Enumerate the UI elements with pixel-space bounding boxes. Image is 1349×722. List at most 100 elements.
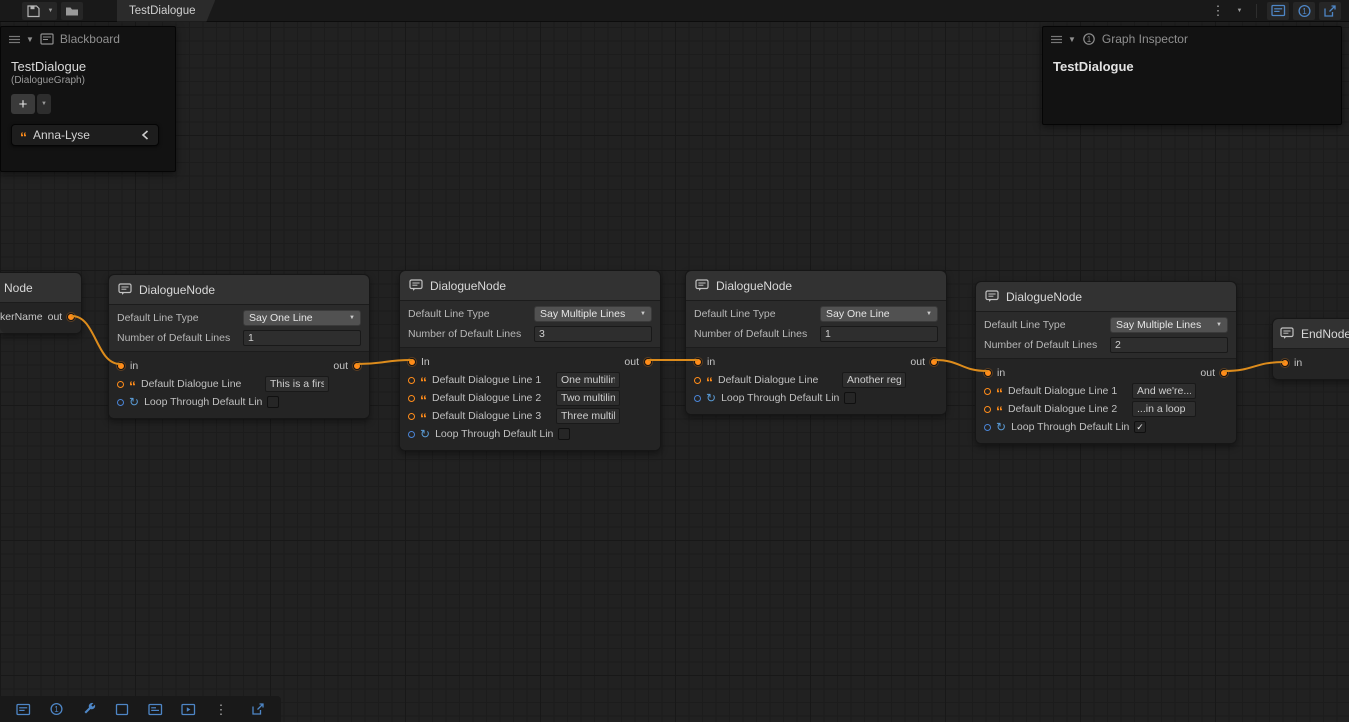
- node-header[interactable]: DialogueNode: [400, 271, 660, 301]
- node-header[interactable]: EndNode: [1273, 319, 1349, 349]
- out-label: out: [910, 356, 925, 368]
- number-of-lines-field[interactable]: 1: [243, 330, 361, 346]
- collapse-triangle-icon[interactable]: ▼: [26, 35, 34, 44]
- dialogue-line-field[interactable]: Two multiline: [556, 390, 620, 406]
- svg-text:1: 1: [54, 705, 59, 714]
- number-of-lines-field[interactable]: 1: [820, 326, 938, 342]
- loop-checkbox[interactable]: [267, 396, 279, 408]
- dialogue-line-field[interactable]: Another regu: [842, 372, 906, 388]
- dialogue-node-2[interactable]: DialogueNode Default Line Type Say Multi…: [399, 270, 661, 451]
- out-port[interactable]: [67, 313, 75, 321]
- more-options-button[interactable]: ⋮: [1207, 2, 1229, 20]
- graph-inspector-toggle-button[interactable]: 1: [45, 700, 67, 718]
- popout-toggle-button[interactable]: [1319, 2, 1341, 20]
- number-of-lines-field[interactable]: 3: [534, 326, 652, 342]
- popout-button[interactable]: [247, 700, 269, 718]
- kebab-menu-icon: ⋮: [215, 703, 228, 716]
- dialogue-line-field[interactable]: This is a first: [265, 376, 329, 392]
- loop-port[interactable]: [117, 399, 124, 406]
- loop-port[interactable]: [984, 424, 991, 431]
- node-header[interactable]: Node: [0, 273, 81, 303]
- blackboard-field-anna-lyse[interactable]: “ Anna-Lyse: [11, 124, 159, 146]
- chevron-down-icon: ▼: [41, 101, 47, 107]
- line-port[interactable]: [408, 377, 415, 384]
- dock-more-button[interactable]: ⋮: [210, 700, 232, 718]
- blackboard-toggle-button[interactable]: [1267, 2, 1289, 20]
- node-ports: in: [1273, 349, 1349, 379]
- loop-checkbox[interactable]: ✓: [1134, 421, 1146, 433]
- loop-port[interactable]: [408, 431, 415, 438]
- dropdown-value: Say Multiple Lines: [540, 308, 625, 320]
- node-header[interactable]: DialogueNode: [976, 282, 1236, 312]
- node-header[interactable]: DialogueNode: [109, 275, 369, 305]
- line-port[interactable]: [408, 413, 415, 420]
- line-port[interactable]: [984, 388, 991, 395]
- speaker-node-partial[interactable]: Node kerName out: [0, 272, 82, 334]
- dialogue-node-icon: [118, 283, 132, 296]
- graph-type: (DialogueGraph): [1, 74, 175, 86]
- quote-icon: “: [706, 378, 713, 386]
- dialogue-node-4[interactable]: DialogueNode Default Line Type Say Multi…: [975, 281, 1237, 444]
- blackboard-toggle-button[interactable]: [12, 700, 34, 718]
- out-port[interactable]: [353, 362, 361, 370]
- line-type-dropdown[interactable]: Say One Line ▼: [243, 310, 361, 326]
- dialogue-line-field[interactable]: One multiline: [556, 372, 620, 388]
- dialogue-line-field[interactable]: ...in a loop: [1132, 401, 1196, 417]
- graph-inspector-title: Graph Inspector: [1102, 32, 1188, 46]
- line-type-dropdown[interactable]: Say Multiple Lines ▼: [1110, 317, 1228, 333]
- line-port[interactable]: [694, 377, 701, 384]
- number-of-lines-field[interactable]: 2: [1110, 337, 1228, 353]
- save-button-group: ▼: [22, 2, 57, 20]
- open-folder-button[interactable]: [61, 2, 83, 20]
- save-options-button[interactable]: ▼: [44, 2, 57, 20]
- out-port[interactable]: [1220, 369, 1228, 377]
- in-port[interactable]: [984, 369, 992, 377]
- loop-checkbox[interactable]: [844, 392, 856, 404]
- node-properties: Default Line Type Say One Line ▼ Number …: [109, 305, 369, 352]
- node-header[interactable]: DialogueNode: [686, 271, 946, 301]
- line-type-dropdown[interactable]: Say Multiple Lines ▼: [534, 306, 652, 322]
- line-port[interactable]: [984, 406, 991, 413]
- row-label: Loop Through Default Lines?: [435, 428, 553, 440]
- out-port[interactable]: [644, 358, 652, 366]
- in-port[interactable]: [117, 362, 125, 370]
- node-ports: in out “ Default Dialogue Line 1 And we'…: [976, 359, 1236, 443]
- line-type-dropdown[interactable]: Say One Line ▼: [820, 306, 938, 322]
- in-port[interactable]: [408, 358, 416, 366]
- breadcrumb-tab[interactable]: TestDialogue: [117, 0, 215, 22]
- collapse-triangle-icon[interactable]: ▼: [1068, 35, 1076, 44]
- settings-button[interactable]: [78, 700, 100, 718]
- add-field-caret-button[interactable]: ▼: [37, 94, 51, 114]
- in-port[interactable]: [694, 358, 702, 366]
- loop-checkbox[interactable]: [558, 428, 570, 440]
- dialogue-node-3[interactable]: DialogueNode Default Line Type Say One L…: [685, 270, 947, 415]
- line-port[interactable]: [408, 395, 415, 402]
- out-port[interactable]: [930, 358, 938, 366]
- dialogue-node-icon: [409, 279, 423, 292]
- preview-button[interactable]: [177, 700, 199, 718]
- dialogue-line-field[interactable]: And we're...: [1132, 383, 1196, 399]
- graph-inspector-toggle-button[interactable]: 1: [1293, 2, 1315, 20]
- add-field-button[interactable]: +: [11, 94, 35, 114]
- breadcrumb-label: TestDialogue: [129, 5, 195, 17]
- drag-handle-icon: [9, 35, 20, 44]
- frame-all-button[interactable]: [111, 700, 133, 718]
- blackboard-header[interactable]: ▼ Blackboard: [1, 27, 175, 51]
- chevron-left-icon[interactable]: [140, 129, 150, 141]
- dialogue-line-field[interactable]: Three multili: [556, 408, 620, 424]
- in-port[interactable]: [1281, 359, 1289, 367]
- dialogue-node-1[interactable]: DialogueNode Default Line Type Say One L…: [108, 274, 370, 419]
- graph-inspector-header[interactable]: ▼ 1 Graph Inspector: [1043, 27, 1341, 51]
- kebab-menu-icon: ⋮: [1212, 4, 1225, 17]
- drag-handle-icon: [1051, 35, 1062, 44]
- in-label: in: [1294, 357, 1302, 369]
- board-panel-button[interactable]: [144, 700, 166, 718]
- node-properties: Default Line Type Say One Line ▼ Number …: [686, 301, 946, 348]
- line-port[interactable]: [117, 381, 124, 388]
- loop-port[interactable]: [694, 395, 701, 402]
- end-node[interactable]: EndNode in: [1272, 318, 1349, 380]
- in-label: in: [130, 360, 138, 372]
- more-options-caret-button[interactable]: ▼: [1233, 2, 1246, 20]
- row-label: Default Dialogue Line 1: [1008, 385, 1117, 397]
- save-button[interactable]: [22, 2, 44, 20]
